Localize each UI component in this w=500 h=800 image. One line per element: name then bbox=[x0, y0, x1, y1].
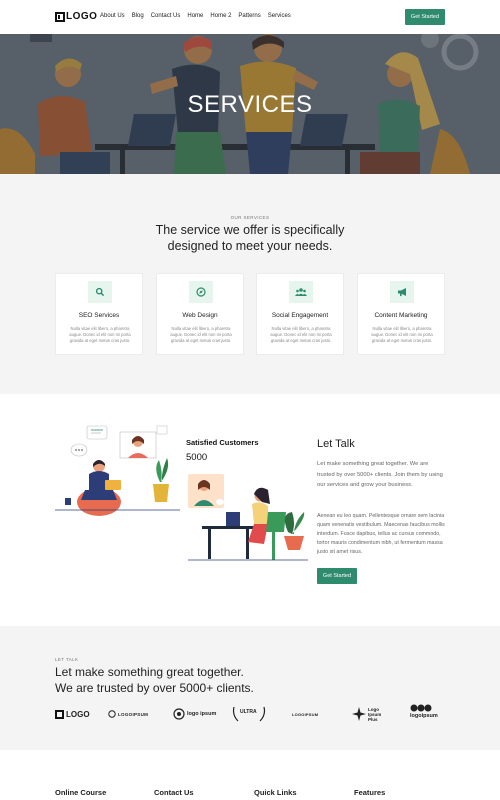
clients-title-line1: Let make something great together. bbox=[55, 665, 244, 679]
site-footer: Online Course Contact Us Quick Links Fea… bbox=[0, 750, 500, 800]
megaphone-icon bbox=[390, 281, 414, 303]
let-talk-body: Aenean eu leo quam. Pellentesque ornare … bbox=[317, 513, 445, 555]
service-card-title: Social Engagement bbox=[271, 312, 329, 319]
service-card-title: SEO Services bbox=[78, 312, 120, 319]
service-card-title: Content Marketing bbox=[374, 312, 428, 319]
client-logo-6: Logo Ipsum Plus bbox=[352, 704, 386, 724]
client-logo-4: ULTRA bbox=[232, 704, 266, 724]
users-icon bbox=[289, 281, 313, 303]
nav-services[interactable]: Services bbox=[268, 13, 291, 19]
logo-mark bbox=[55, 11, 65, 22]
header-get-started-button[interactable]: Get Started bbox=[405, 9, 445, 25]
hero-banner: SERVICES bbox=[0, 34, 500, 174]
client-logo-3: logo ipsum bbox=[173, 704, 216, 724]
let-talk-get-started-button[interactable]: Get Started bbox=[317, 568, 357, 584]
nav-home-2[interactable]: Home 2 bbox=[210, 13, 231, 19]
hero-title: SERVICES bbox=[187, 91, 313, 118]
client-logo-5: LOGOIPSUM bbox=[292, 711, 319, 717]
main-nav: About Us Blog Contact Us Home Home 2 Pat… bbox=[100, 13, 291, 19]
nav-about-us[interactable]: About Us bbox=[100, 13, 125, 19]
clients-section: LET TALK Let make something great togeth… bbox=[0, 626, 500, 750]
site-logo[interactable]: LOGO bbox=[55, 11, 97, 22]
services-section: OUR SERVICES The service we offer is spe… bbox=[0, 174, 500, 394]
satisfied-customers-label: Satisfied Customers bbox=[186, 438, 259, 447]
service-card-title: Web Design bbox=[182, 312, 218, 319]
nav-home[interactable]: Home bbox=[187, 13, 203, 19]
service-card-desc: Nulla vitae elit libero, a pharetra augu… bbox=[170, 326, 232, 343]
clients-title: Let make something great together. We ar… bbox=[55, 665, 254, 696]
footer-heading-quick-links: Quick Links bbox=[254, 788, 297, 797]
client-logo-1: LOGO bbox=[55, 704, 90, 724]
services-title-line1: The service we offer is specifically bbox=[155, 223, 345, 237]
service-card-web-design[interactable]: Web Design Nulla vitae elit libero, a ph… bbox=[156, 273, 244, 355]
logo-text: LOGO bbox=[66, 11, 98, 22]
service-card-desc: Nulla vitae elit libero, a pharetra augu… bbox=[371, 326, 433, 343]
service-card-desc: Nulla vitae elit libero, a pharetra augu… bbox=[270, 326, 332, 343]
clients-eyebrow: LET TALK bbox=[55, 657, 79, 662]
footer-heading-online-course: Online Course bbox=[55, 788, 107, 797]
clients-title-line2: We are trusted by over 5000+ clients. bbox=[55, 680, 254, 695]
client-logo-2: LOGOIPSUM bbox=[108, 704, 148, 724]
let-talk-section: Satisfied Customers 5000 Let Talk Let ma… bbox=[0, 394, 500, 626]
service-card-seo[interactable]: SEO Services Nulla vitae elit libero, a … bbox=[55, 273, 143, 355]
let-talk-intro: Let make something great together. We ar… bbox=[317, 461, 443, 488]
video-call-illustration bbox=[188, 474, 308, 561]
services-title-line2: designed to meet your needs. bbox=[167, 239, 333, 253]
services-eyebrow: OUR SERVICES bbox=[230, 215, 270, 220]
nav-patterns[interactable]: Patterns bbox=[238, 13, 260, 19]
let-talk-title: Let Talk bbox=[317, 438, 355, 450]
remote-work-illustration bbox=[55, 425, 180, 516]
search-icon bbox=[88, 281, 112, 303]
site-header: LOGO About Us Blog Contact Us Home Home … bbox=[0, 0, 500, 34]
satisfied-customers-count: 5000 bbox=[186, 452, 208, 463]
service-card-desc: Nulla vitae elit libero, a pharetra augu… bbox=[69, 326, 131, 343]
service-card-social[interactable]: Social Engagement Nulla vitae elit liber… bbox=[256, 273, 344, 355]
nav-blog[interactable]: Blog bbox=[132, 13, 144, 19]
footer-heading-contact-us: Contact Us bbox=[154, 788, 194, 797]
compass-icon bbox=[189, 281, 213, 303]
footer-heading-features: Features bbox=[354, 788, 386, 797]
services-title: The service we offer is specifically des… bbox=[0, 222, 500, 254]
service-card-content[interactable]: Content Marketing Nulla vitae elit liber… bbox=[357, 273, 445, 355]
nav-contact-us[interactable]: Contact Us bbox=[151, 13, 181, 19]
client-logo-7: logoipsum bbox=[410, 704, 438, 724]
